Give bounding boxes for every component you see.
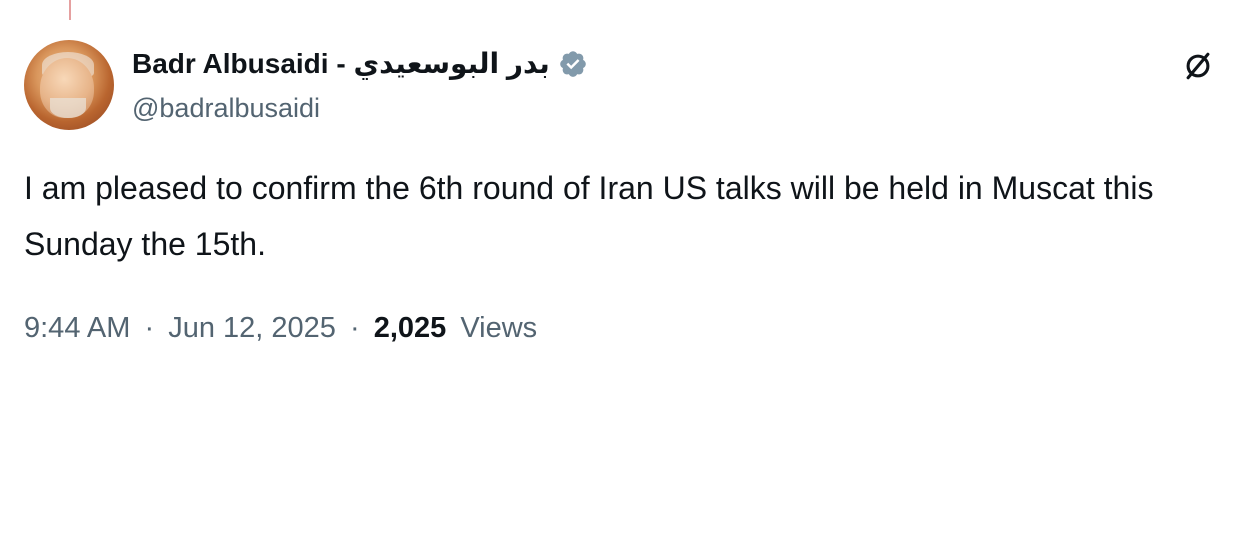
grok-icon[interactable] xyxy=(1178,46,1218,86)
meta-separator: · xyxy=(144,312,155,344)
post-time[interactable]: 9:44 AM xyxy=(24,312,130,344)
verified-badge-icon xyxy=(558,49,588,79)
post-text: I am pleased to confirm the 6th round of… xyxy=(24,170,1154,262)
post-card: Badr Albusaidi - بدر البوسعيدي @badralbu… xyxy=(0,0,1234,544)
views-count: 2,025 xyxy=(373,312,447,344)
author-handle[interactable]: @badralbusaidi xyxy=(132,91,320,125)
thread-line xyxy=(69,0,71,20)
avatar[interactable] xyxy=(24,40,114,130)
meta-separator: · xyxy=(349,312,360,344)
post-date[interactable]: Jun 12, 2025 xyxy=(168,312,336,344)
author-name-row: Badr Albusaidi - بدر البوسعيدي xyxy=(132,46,588,82)
post-meta: 9:44 AM · Jun 12, 2025 · 2,025 Views xyxy=(24,308,537,348)
avatar-beard xyxy=(50,98,86,118)
author-display-name[interactable]: Badr Albusaidi - بدر البوسعيدي xyxy=(132,47,550,81)
views-label: Views xyxy=(460,312,538,344)
